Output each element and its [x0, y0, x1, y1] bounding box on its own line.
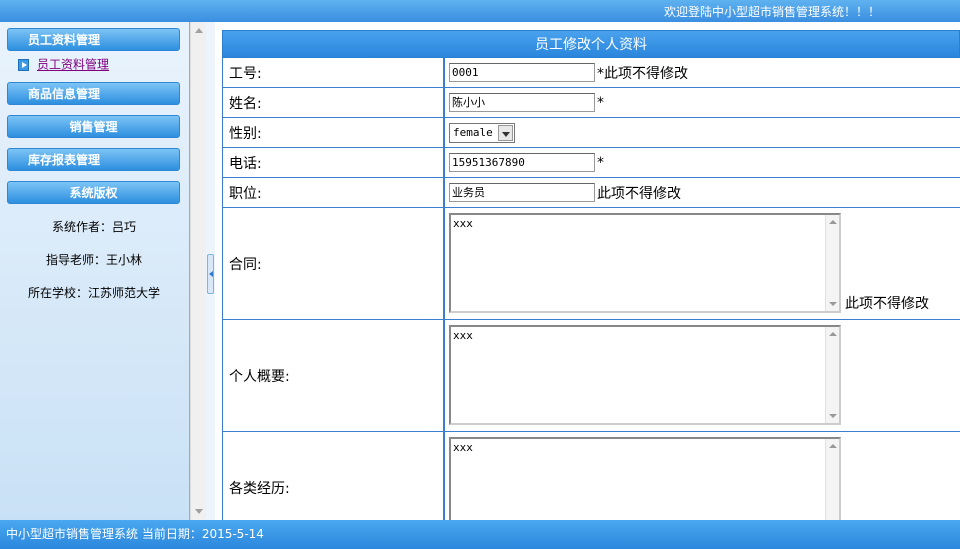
phone-field[interactable]: 15951367890 [449, 153, 595, 172]
summary-text: xxx [453, 329, 473, 342]
menu-header-employee[interactable]: 员工资料管理 [7, 28, 180, 51]
submenu-link-employee[interactable]: 员工资料管理 [37, 58, 109, 72]
summary-scrollbar[interactable] [825, 327, 839, 423]
submenu-item-employee[interactable]: 员工资料管理 [18, 56, 109, 72]
scroll-down-icon[interactable] [829, 302, 837, 306]
label-position: 职位: [223, 178, 445, 207]
splitter [190, 22, 215, 520]
gender-select[interactable]: female [449, 122, 515, 143]
contract-scrollbar[interactable] [825, 215, 839, 311]
name-note: * [597, 94, 604, 111]
scroll-down-icon[interactable] [195, 509, 203, 514]
collapse-sidebar-handle[interactable] [207, 254, 214, 294]
scroll-up-icon[interactable] [829, 332, 837, 336]
status-text: 中小型超市销售管理系统 当前日期：2015-5-14 [6, 527, 264, 541]
contract-note: 此项不得修改 [845, 296, 929, 312]
play-arrow-icon [18, 58, 29, 71]
row-experience: 各类经历: xxx [222, 432, 960, 520]
scroll-up-icon[interactable] [829, 220, 837, 224]
menu-header-copyright[interactable]: 系统版权 [7, 181, 180, 204]
welcome-text: 欢迎登陆中小型超市销售管理系统！！！ [663, 5, 880, 19]
contract-textarea[interactable]: xxx [449, 213, 841, 313]
school-info: 所在学校：江苏师范大学 [27, 286, 160, 300]
advisor-info: 指导老师：王小林 [45, 253, 142, 267]
id-field[interactable]: 0001 [449, 63, 595, 82]
experience-scrollbar[interactable] [825, 439, 839, 520]
scroll-up-icon[interactable] [195, 28, 203, 33]
label-summary: 个人概要: [223, 320, 445, 431]
contract-text: xxx [453, 217, 473, 230]
experience-text: xxx [453, 441, 473, 454]
phone-note: * [597, 154, 604, 171]
status-bar: 中小型超市销售管理系统 当前日期：2015-5-14 [0, 520, 960, 549]
label-gender: 性别: [223, 118, 445, 147]
id-note: *此项不得修改 [597, 65, 688, 82]
experience-textarea[interactable]: xxx [449, 437, 841, 520]
menu-header-inventory[interactable]: 库存报表管理 [7, 148, 180, 171]
menu-header-sales[interactable]: 销售管理 [7, 115, 180, 138]
label-experience: 各类经历: [223, 432, 445, 520]
top-banner: 欢迎登陆中小型超市销售管理系统！！！ [0, 0, 960, 22]
edit-profile-form: 员工修改个人资料 工号: 0001 *此项不得修改 姓名: 陈小小 * 性别: … [222, 30, 960, 520]
gender-selected-value: female [453, 125, 493, 139]
summary-textarea[interactable]: xxx [449, 325, 841, 425]
label-phone: 电话: [223, 148, 445, 177]
sidebar: 员工资料管理 员工资料管理 商品信息管理 销售管理 库存报表管理 系统版权 系统… [0, 22, 190, 520]
label-id: 工号: [223, 58, 445, 87]
position-field[interactable]: 业务员 [449, 183, 595, 202]
row-phone: 电话: 15951367890 * [222, 148, 960, 178]
scroll-down-icon[interactable] [829, 414, 837, 418]
sidebar-scrollbar[interactable] [190, 22, 206, 520]
row-contract: 合同: xxx 此项不得修改 [222, 208, 960, 320]
row-summary: 个人概要: xxx [222, 320, 960, 432]
label-contract: 合同: [223, 208, 445, 319]
row-name: 姓名: 陈小小 * [222, 88, 960, 118]
form-title: 员工修改个人资料 [222, 30, 960, 58]
author-info: 系统作者：吕巧 [51, 220, 136, 234]
row-gender: 性别: female [222, 118, 960, 148]
row-position: 职位: 业务员 此项不得修改 [222, 178, 960, 208]
chevron-down-icon[interactable] [498, 124, 513, 141]
row-id: 工号: 0001 *此项不得修改 [222, 58, 960, 88]
scroll-up-icon[interactable] [829, 444, 837, 448]
label-name: 姓名: [223, 88, 445, 117]
name-field[interactable]: 陈小小 [449, 93, 595, 112]
position-note: 此项不得修改 [597, 185, 681, 202]
menu-header-products[interactable]: 商品信息管理 [7, 82, 180, 105]
